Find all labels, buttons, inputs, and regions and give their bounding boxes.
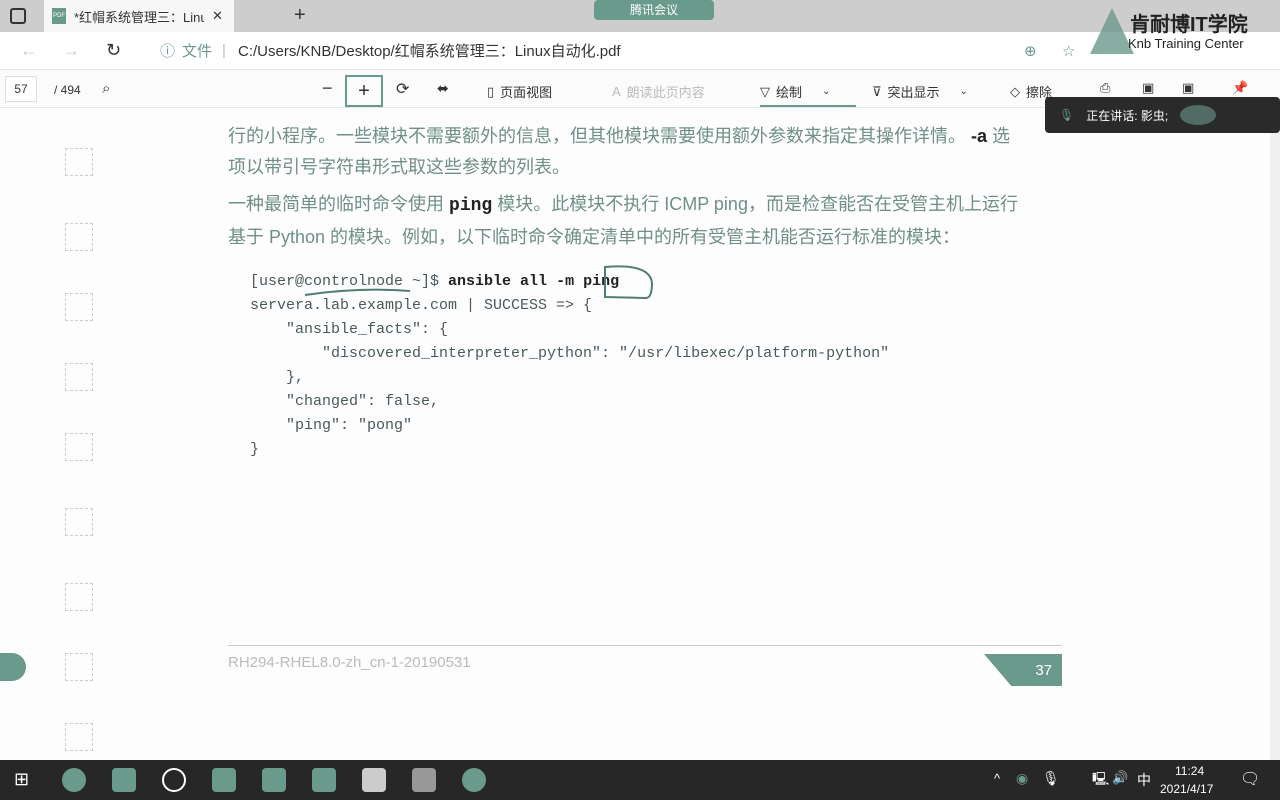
new-tab-button[interactable]: + [294,4,306,27]
microphone-icon[interactable]: 🎙 [1042,770,1060,787]
file-label: 文件 [182,43,213,60]
audio-wave-icon [1180,105,1217,125]
pdf-viewport: 行的小程序。一些模块不需要额外的信息，但其他模块需要使用额外参数来指定其操作详情… [0,108,1270,760]
page-view-label: 页面视图 [500,85,553,100]
tab-title: *红帽系统管理三：Linux自动化.pdf [74,9,204,25]
pdf-icon: PDF [52,8,66,24]
url-input[interactable]: C:/Users/KNB/Desktop/红帽系统管理三：Linux自动化.pd… [238,40,621,61]
footer-id: RH294-RHEL8.0-zh_cn-1-20190531 [228,654,471,671]
fit-width-icon[interactable]: ⬌ [437,80,449,97]
chevron-down-icon[interactable]: ⌄ [960,86,968,97]
zoom-icon[interactable]: ⊕ [1024,42,1037,60]
highlight-label: 突出显示 [887,85,940,100]
forward-icon[interactable]: → [62,40,80,61]
footer-rule [228,645,1062,646]
notification-icon[interactable]: 🗨 [1240,769,1260,789]
close-tab-icon[interactable]: ✕ [212,8,223,24]
thumbnail[interactable] [65,653,93,681]
highlight-button[interactable]: ⊽ 突出显示 ⌄ [872,82,968,101]
pin-icon[interactable]: 📌 [1232,80,1248,96]
tab-pdf[interactable]: PDF *红帽系统管理三：Linux自动化.pdf ✕ [44,0,234,32]
back-icon[interactable]: ← [20,40,38,61]
read-aloud-button[interactable]: A 朗读此页内容 [612,82,705,101]
thumbnail[interactable] [65,723,93,751]
divider: | [222,42,226,59]
draw-icon: ▽ [760,83,770,99]
microphone-icon: 🎙 [1059,108,1075,122]
page-number-badge: 37 [984,654,1062,686]
thumbnail[interactable] [65,433,93,461]
save-as-icon[interactable]: ▣ [1182,80,1194,96]
rotate-icon[interactable]: ⟳ [396,79,409,99]
page-view-icon: ▯ [487,83,495,99]
chevron-down-icon[interactable]: ⌄ [822,86,830,97]
taskbar: ⊞ ^ ◉ 🎙 🖳 🔊 中 11:24 2021/4/17 🗨 [0,760,1280,800]
clock-date[interactable]: 2021/4/17 [1160,782,1213,796]
draw-button[interactable]: ▽ 绘制 ⌄ [760,82,856,107]
logo-cn: 肯耐博IT学院 [1130,14,1248,36]
page-number-input[interactable]: 57 [5,76,37,102]
watermark-logo: 肯耐博IT学院 Knb Training Center [1090,8,1280,58]
command-output: servera.lab.example.com | SUCCESS => { "… [250,297,890,458]
app-icon[interactable] [462,768,486,792]
page-view-button[interactable]: ▯ 页面视图 [487,82,552,101]
save-icon[interactable]: ▣ [1142,80,1154,96]
info-icon: ⓘ [160,43,176,60]
speaking-indicator: 🎙 正在讲话: 影虫; [1045,97,1280,133]
ink-annotation [304,265,654,300]
logo-en: Knb Training Center [1128,36,1244,51]
paragraph-2: 一种最简单的临时命令使用 ping 模块。此模块不执行 ICMP ping，而是… [228,194,1018,247]
speaking-text: 正在讲话: 影虫; [1086,108,1169,123]
ime-indicator[interactable]: 中 [1137,770,1151,790]
app-icon[interactable] [312,768,336,792]
app-icon[interactable] [362,768,386,792]
read-aloud-label: 朗读此页内容 [626,85,705,100]
draw-label: 绘制 [776,85,803,100]
paint-icon[interactable] [412,768,436,792]
clock-time[interactable]: 11:24 [1175,764,1204,778]
thumbnail[interactable] [65,293,93,321]
app-icon[interactable] [162,768,186,792]
tab-actions-icon[interactable] [10,8,26,24]
network-icon[interactable]: 🖳 [1092,770,1109,792]
zoom-in-button[interactable]: + [345,75,383,107]
app-icon[interactable] [112,768,136,792]
thumbnail[interactable] [65,363,93,391]
eraser-icon: ◇ [1010,83,1020,99]
tab-bar: PDF *红帽系统管理三：Linux自动化.pdf ✕ + 腾讯会议 [0,0,1280,32]
read-aloud-icon: A [612,84,621,99]
search-icon[interactable]: ⌕ [102,80,110,97]
thumbnail[interactable] [65,148,93,176]
thumbnail[interactable] [65,223,93,251]
highlight-icon: ⊽ [872,83,882,99]
tray-expand-icon[interactable]: ^ [994,771,1000,786]
meeting-badge: 腾讯会议 [594,0,714,20]
scrollbar[interactable] [1270,108,1280,760]
zoom-out-button[interactable]: − [322,78,333,99]
tray-app-icon[interactable]: ◉ [1016,770,1028,787]
thumbnail[interactable] [65,583,93,611]
page-total: / 494 [54,83,81,97]
favorite-icon[interactable]: ☆ [1062,42,1075,60]
refresh-icon[interactable]: ↻ [106,40,121,61]
thumbnail[interactable] [65,508,93,536]
volume-icon[interactable]: 🔊 [1112,770,1128,786]
print-icon[interactable]: ⎙ [1100,80,1110,96]
address-bar: ← → ↻ ⓘ 文件 | C:/Users/KNB/Desktop/红帽系统管理… [0,32,1280,70]
side-panel-toggle[interactable] [0,653,26,681]
windows-start-icon[interactable]: ⊞ [14,769,29,790]
word-icon[interactable] [262,768,286,792]
paragraph-1: 行的小程序。一些模块不需要额外的信息，但其他模块需要使用额外参数来指定其操作详情… [228,126,1011,177]
edge-icon[interactable] [62,768,86,792]
app-icon[interactable] [212,768,236,792]
